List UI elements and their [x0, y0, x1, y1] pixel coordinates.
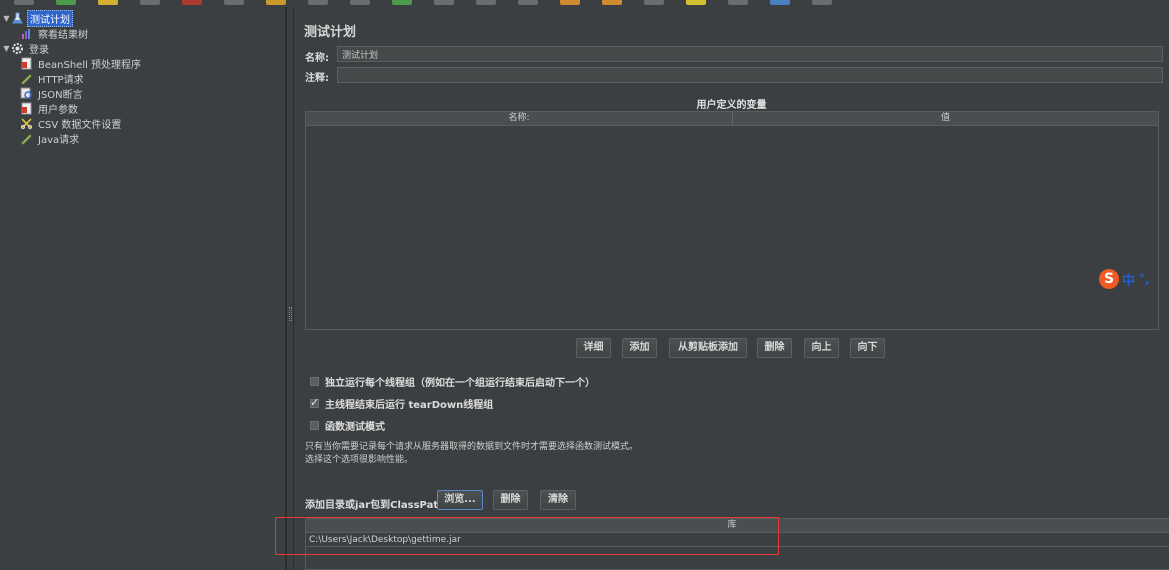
panel-splitter[interactable]: [286, 7, 294, 570]
toolbar-button[interactable]: [518, 0, 538, 5]
option-run-teardown-after-shutdown[interactable]: 主线程结束后运行 tearDown线程组: [310, 396, 493, 411]
toolbar-button[interactable]: [560, 0, 580, 5]
delete-button[interactable]: 删除: [757, 338, 792, 358]
tree-item-java-request[interactable]: Java请求: [20, 131, 81, 146]
toolbar-button[interactable]: [224, 0, 244, 5]
toolbar-button[interactable]: [476, 0, 496, 5]
toolbar-button[interactable]: [644, 0, 664, 5]
toolbar-button[interactable]: [602, 0, 622, 5]
comment-input[interactable]: [337, 67, 1163, 83]
magnifier-icon: [20, 87, 33, 100]
toolbar-button[interactable]: [686, 0, 706, 5]
annotation-highlight-box: [275, 517, 779, 555]
help-text-line: 只有当你需要记录每个请求从服务器取得的数据到文件时才需要选择函数测试模式。: [305, 442, 639, 452]
toolbar: [0, 0, 1169, 7]
pen-icon: [20, 132, 33, 145]
tree-item-label: CSV 数据文件设置: [38, 120, 122, 131]
ime-indicator[interactable]: S 中 °,: [1099, 269, 1150, 289]
tree-item-csv-data-set[interactable]: CSV 数据文件设置: [20, 116, 123, 131]
toolbar-button[interactable]: [350, 0, 370, 5]
ime-mode: 中: [1122, 273, 1136, 289]
test-plan-tree: ▼ 测试计划 察看结果树 ▼ 登录 BeanShell 预处理程序 HTTP请求: [0, 7, 286, 570]
column-header-value[interactable]: 值: [733, 112, 1158, 125]
tree-item-label: Java请求: [38, 135, 80, 146]
tree-item-login[interactable]: ▼ 登录: [2, 41, 51, 56]
delete-classpath-button[interactable]: 删除: [493, 490, 528, 510]
detail-button[interactable]: 详细: [576, 338, 611, 358]
gear-icon: [11, 42, 24, 55]
splitter-grip[interactable]: [289, 307, 292, 321]
toolbar-button[interactable]: [812, 0, 832, 5]
user-defined-variables-table[interactable]: 名称: 值: [305, 111, 1159, 330]
tree-item-http-request[interactable]: HTTP请求: [20, 71, 86, 86]
pen-icon: [20, 72, 33, 85]
tree-item-test-plan[interactable]: ▼ 测试计划: [2, 10, 73, 27]
help-text-line: 选择这个选项很影响性能。: [305, 455, 414, 465]
tree-item-view-results-tree[interactable]: 察看结果树: [11, 26, 90, 41]
test-plan-panel: 测试计划 名称: 注释: 用户定义的变量 名称: 值 详细 添加 从剪贴板添加 …: [294, 7, 1169, 570]
toolbar-button[interactable]: [98, 0, 118, 5]
tree-item-json-assertion[interactable]: JSON断言: [20, 86, 85, 101]
tree-item-label: 用户参数: [38, 105, 78, 116]
toolbar-button[interactable]: [770, 0, 790, 5]
toolbar-button[interactable]: [728, 0, 748, 5]
scissors-icon: [20, 117, 33, 130]
browse-button[interactable]: 浏览...: [437, 490, 483, 510]
tree-item-label: BeanShell 预处理程序: [38, 60, 142, 71]
tree-item-user-parameters[interactable]: 用户参数: [20, 101, 80, 116]
user-defined-variables-title: 用户定义的变量: [696, 100, 767, 111]
tree-item-beanshell-preprocessor[interactable]: BeanShell 预处理程序: [20, 56, 143, 71]
script-icon: [20, 57, 33, 70]
table-header: 名称: 值: [306, 112, 1158, 126]
toolbar-button[interactable]: [308, 0, 328, 5]
checkbox[interactable]: [310, 376, 319, 386]
tree-item-label: 察看结果树: [38, 30, 88, 41]
chart-icon: [20, 27, 33, 40]
script-icon: [20, 102, 33, 115]
toolbar-button[interactable]: [14, 0, 34, 5]
name-label: 名称:: [305, 53, 329, 64]
tree-item-label: JSON断言: [38, 90, 83, 101]
move-up-button[interactable]: 向上: [804, 338, 839, 358]
move-down-button[interactable]: 向下: [850, 338, 885, 358]
clear-classpath-button[interactable]: 清除: [540, 490, 576, 510]
expand-icon[interactable]: ▼: [2, 44, 11, 53]
comment-label: 注释:: [305, 73, 329, 84]
add-from-clipboard-button[interactable]: 从剪贴板添加: [669, 338, 747, 358]
checkbox[interactable]: [310, 396, 319, 409]
classpath-label: 添加目录或jar包到ClassPath: [305, 500, 446, 511]
tree-item-label: 测试计划: [27, 10, 73, 27]
toolbar-button[interactable]: [266, 0, 286, 5]
expand-icon[interactable]: ▼: [2, 14, 11, 23]
ime-punctuation: °,: [1139, 272, 1150, 286]
toolbar-button[interactable]: [56, 0, 76, 5]
column-header-name[interactable]: 名称:: [306, 112, 732, 125]
flask-icon: [11, 12, 24, 25]
tree-item-label: HTTP请求: [38, 75, 84, 86]
toolbar-button[interactable]: [182, 0, 202, 5]
toolbar-button[interactable]: [140, 0, 160, 5]
toolbar-button[interactable]: [434, 0, 454, 5]
option-functional-test-mode[interactable]: 函数测试模式: [310, 418, 385, 433]
page-title: 测试计划: [304, 25, 357, 40]
name-input[interactable]: [337, 46, 1163, 62]
option-run-thread-groups-consecutively[interactable]: 独立运行每个线程组（例如在一个组运行结束后启动下一个）: [310, 374, 595, 389]
tree-item-label: 登录: [29, 45, 49, 56]
checkbox[interactable]: [310, 420, 319, 430]
toolbar-button[interactable]: [392, 0, 412, 5]
add-button[interactable]: 添加: [622, 338, 657, 358]
sogou-logo-icon: S: [1099, 269, 1119, 289]
